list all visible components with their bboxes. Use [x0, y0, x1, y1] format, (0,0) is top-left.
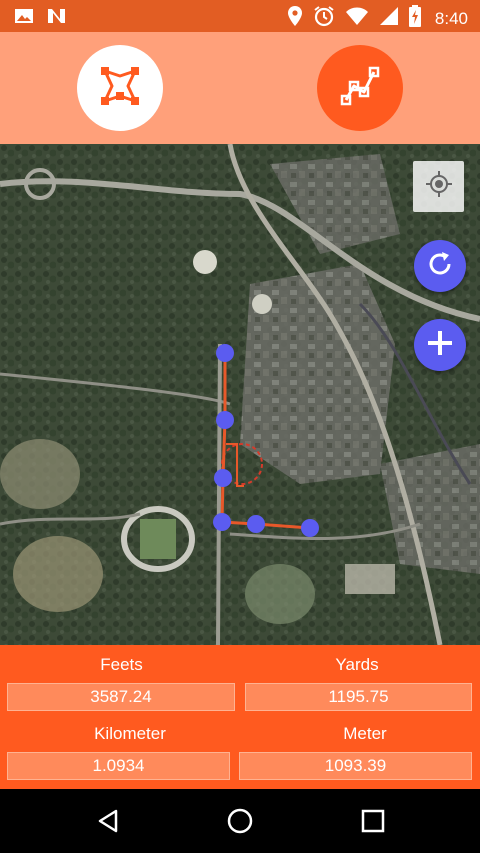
navigation-bar [0, 789, 480, 853]
location-pin-icon [287, 5, 303, 32]
n-app-icon [46, 6, 68, 31]
wifi-icon [345, 6, 369, 31]
refresh-button[interactable] [414, 240, 466, 292]
polygon-area-icon [98, 64, 142, 113]
distance-mode-button[interactable] [317, 45, 403, 131]
feet-value: 3587.24 [7, 683, 235, 711]
status-time: 8:40 [434, 8, 468, 28]
status-bar: 8:40 [0, 0, 480, 32]
recents-icon [361, 809, 385, 838]
feet-label: Feets [100, 655, 143, 674]
path-vertex[interactable] [216, 344, 234, 362]
km-value: 1.0934 [7, 752, 230, 780]
path-vertex[interactable] [216, 411, 234, 429]
home-button[interactable] [220, 803, 260, 843]
add-point-button[interactable] [414, 319, 466, 371]
path-vertex[interactable] [247, 515, 265, 533]
path-vertex[interactable] [301, 519, 319, 537]
meter-label: Meter [343, 724, 387, 743]
my-location-button[interactable] [413, 161, 464, 212]
home-icon [226, 807, 254, 840]
recents-button[interactable] [353, 803, 393, 843]
satellite-map[interactable] [0, 144, 480, 645]
path-vertex[interactable] [213, 513, 231, 531]
cellular-signal-icon [379, 6, 399, 31]
km-label: Kilometer [94, 724, 166, 743]
image-icon [14, 6, 34, 31]
back-button[interactable] [88, 803, 128, 843]
measurement-panel: Feets Yards 3587.24 1195.75 Kilometer Me… [0, 645, 480, 789]
polyline-distance-icon [338, 64, 382, 113]
plus-icon [425, 328, 455, 363]
yards-label: Yards [335, 655, 379, 674]
crosshair-icon [425, 170, 453, 203]
refresh-icon [425, 249, 455, 284]
yards-value: 1195.75 [245, 683, 472, 711]
mode-toolbar [0, 32, 480, 144]
back-icon [95, 808, 121, 839]
alarm-icon [313, 5, 335, 32]
measurement-path [213, 344, 319, 537]
battery-charging-icon [408, 5, 421, 32]
area-mode-button[interactable] [77, 45, 163, 131]
meter-value: 1093.39 [239, 752, 472, 780]
path-vertex[interactable] [214, 469, 232, 487]
